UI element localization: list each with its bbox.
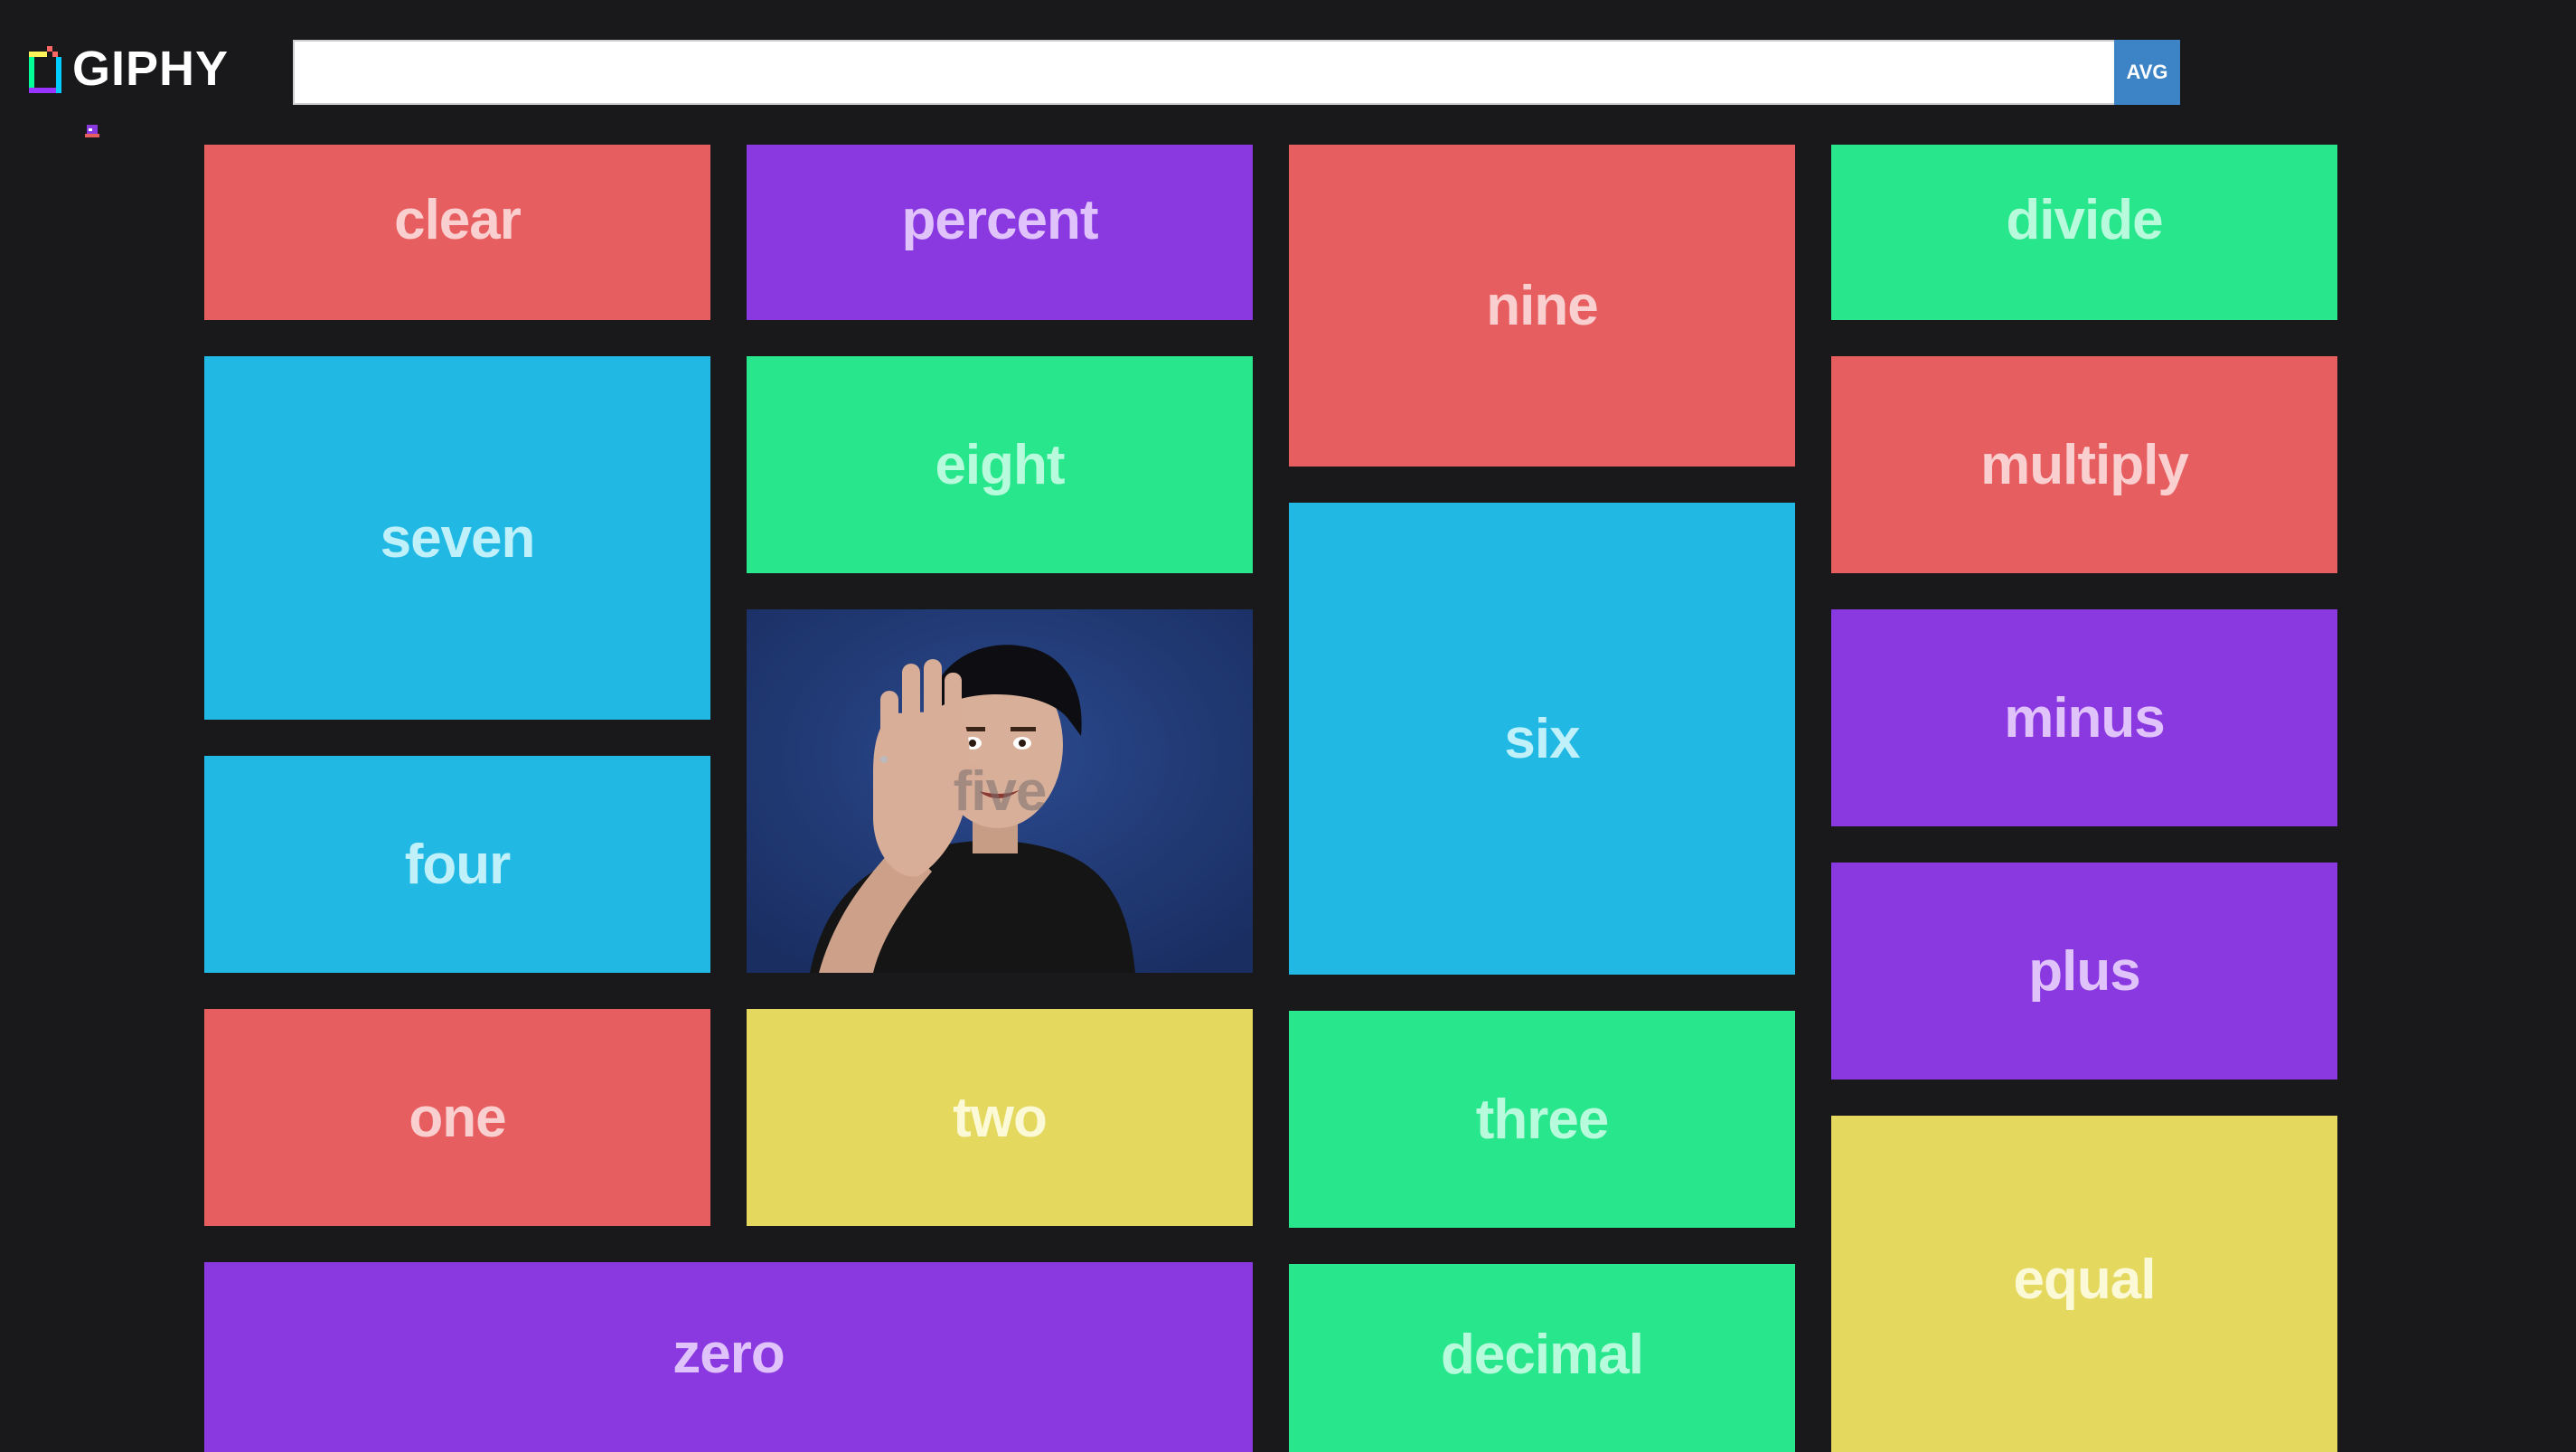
plus-button[interactable]: plus bbox=[1831, 863, 2337, 1080]
plus-label: plus bbox=[2028, 939, 2140, 1003]
calculator-display[interactable]: 0 bbox=[293, 40, 2180, 105]
avg-button[interactable]: AVG bbox=[2114, 40, 2180, 105]
eight-label: eight bbox=[935, 433, 1065, 496]
multiply-button[interactable]: multiply bbox=[1831, 356, 2337, 573]
equal-button[interactable]: equal bbox=[1831, 1116, 2337, 1452]
decimal-button[interactable]: decimal bbox=[1289, 1264, 1795, 1452]
nine-button[interactable]: nine bbox=[1289, 145, 1795, 467]
divide-label: divide bbox=[2006, 189, 2163, 251]
percent-button[interactable]: percent bbox=[747, 145, 1253, 320]
logo-text: GIPHY bbox=[72, 42, 230, 96]
six-button[interactable]: six bbox=[1289, 503, 1795, 975]
one-label: one bbox=[409, 1086, 506, 1149]
divide-button[interactable]: divide bbox=[1831, 145, 2337, 320]
clear-button[interactable]: clear bbox=[204, 145, 710, 320]
four-label: four bbox=[404, 833, 512, 896]
one-button[interactable]: one bbox=[204, 1009, 710, 1226]
giphy-logo[interactable]: GIPHY bbox=[27, 42, 229, 96]
clear-label: clear bbox=[394, 189, 522, 251]
three-label: three bbox=[1475, 1088, 1610, 1151]
six-label: six bbox=[1504, 707, 1580, 770]
seven-button[interactable]: seven bbox=[204, 356, 710, 720]
two-label: two bbox=[953, 1086, 1048, 1149]
zero-label: zero bbox=[672, 1322, 785, 1385]
percent-label: percent bbox=[901, 189, 1099, 251]
two-button[interactable]: two bbox=[747, 1009, 1253, 1226]
four-button[interactable]: four bbox=[204, 756, 710, 973]
sticker-icon bbox=[85, 125, 99, 137]
five-label: five bbox=[953, 759, 1048, 823]
multiply-label: multiply bbox=[1980, 433, 2189, 496]
equal-label: equal bbox=[2013, 1248, 2157, 1311]
minus-label: minus bbox=[2004, 686, 2166, 750]
decimal-label: decimal bbox=[1441, 1323, 1644, 1386]
zero-button[interactable]: zero bbox=[204, 1262, 1253, 1452]
giphy-logo-icon bbox=[29, 46, 61, 93]
minus-button[interactable]: minus bbox=[1831, 609, 2337, 826]
five-button[interactable]: five bbox=[747, 609, 1253, 973]
calculator-page: GIPHY 0 AVG clear seven four one percent… bbox=[0, 0, 2576, 1452]
seven-label: seven bbox=[380, 506, 536, 570]
nine-label: nine bbox=[1486, 274, 1598, 337]
eight-button[interactable]: eight bbox=[747, 356, 1253, 573]
three-button[interactable]: three bbox=[1289, 1011, 1795, 1228]
